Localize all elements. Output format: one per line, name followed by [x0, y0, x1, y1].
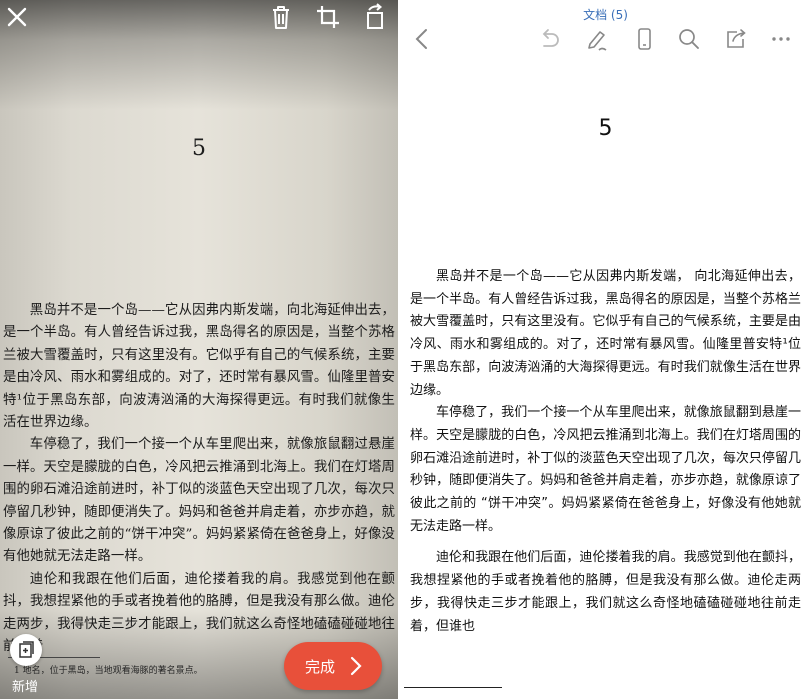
pen-icon: [588, 31, 607, 51]
more-button[interactable]: [768, 26, 794, 52]
delete-button[interactable]: [266, 2, 296, 32]
done-button-label: 完成: [305, 657, 336, 676]
scan-page-number: 5: [192, 136, 206, 161]
crop-icon: [317, 6, 339, 28]
done-button[interactable]: 完成: [284, 642, 382, 690]
back-button[interactable]: [410, 26, 436, 52]
more-icon: [772, 37, 790, 41]
close-icon: [7, 7, 27, 27]
add-page-button[interactable]: [10, 634, 42, 666]
scan-footnote: 1 地名，位于黑岛，当地观看海豚的著名景点。: [14, 666, 203, 676]
document-view: 文档 (5) 5 黑岛并不是一个岛——它从因弗内斯发端， 向北海延伸出去，是一个…: [400, 0, 811, 699]
search-icon: [679, 29, 699, 49]
document-paragraph: 黑岛并不是一个岛——它从因弗内斯发端， 向北海延伸出去，是一个半岛。有人曾经告诉…: [410, 269, 801, 398]
chevron-left-icon: [415, 29, 427, 49]
document-title: 文档 (5): [583, 8, 628, 22]
undo-button[interactable]: [536, 26, 562, 52]
add-page-icon: [19, 641, 34, 658]
phone-icon: [638, 28, 651, 50]
footnote-divider: [404, 687, 502, 688]
document-body[interactable]: 黑岛并不是一个岛——它从因弗内斯发端， 向北海延伸出去，是一个半岛。有人曾经告诉…: [410, 266, 801, 638]
scan-paragraph: 车停稳了，我们一个接一个从车里爬出来，就像旅鼠翻过悬崖一样。天空是朦胧的白色，冷…: [3, 437, 395, 565]
trash-icon: [273, 6, 289, 29]
scan-text-body: 黑岛并不是一个岛——它从因弗内斯发端，向北海延伸出去，是一个半岛。有人曾经告诉过…: [3, 300, 395, 659]
add-page-label: 新增: [12, 680, 39, 695]
pen-button[interactable]: [584, 26, 610, 52]
crop-button[interactable]: [313, 2, 343, 32]
close-button[interactable]: [2, 2, 32, 32]
document-paragraph: 车停稳了，我们一个接一个从车里爬出来，就像旅鼠翻到悬崖一样。天空是朦胧的白色，冷…: [410, 405, 801, 534]
phone-view-button[interactable]: [631, 26, 657, 52]
share-icon: [727, 29, 746, 48]
rotate-icon: [367, 3, 383, 29]
chevron-right-icon: [350, 656, 362, 676]
scan-preview: 5 黑岛并不是一个岛——它从因弗内斯发端，向北海延伸出去，是一个半岛。有人曾经告…: [0, 0, 398, 699]
document-page-number: 5: [598, 116, 613, 141]
rotate-button[interactable]: [360, 2, 390, 32]
document-paragraph: 迪伦和我跟在他们后面，迪伦搂着我的肩。我感觉到他在颤抖，我想捏紧他的手或者挽着他…: [410, 550, 801, 634]
scan-paragraph: 黑岛并不是一个岛——它从因弗内斯发端，向北海延伸出去，是一个半岛。有人曾经告诉过…: [3, 303, 395, 431]
share-button[interactable]: [723, 26, 749, 52]
search-button[interactable]: [676, 26, 702, 52]
undo-icon: [542, 29, 559, 47]
